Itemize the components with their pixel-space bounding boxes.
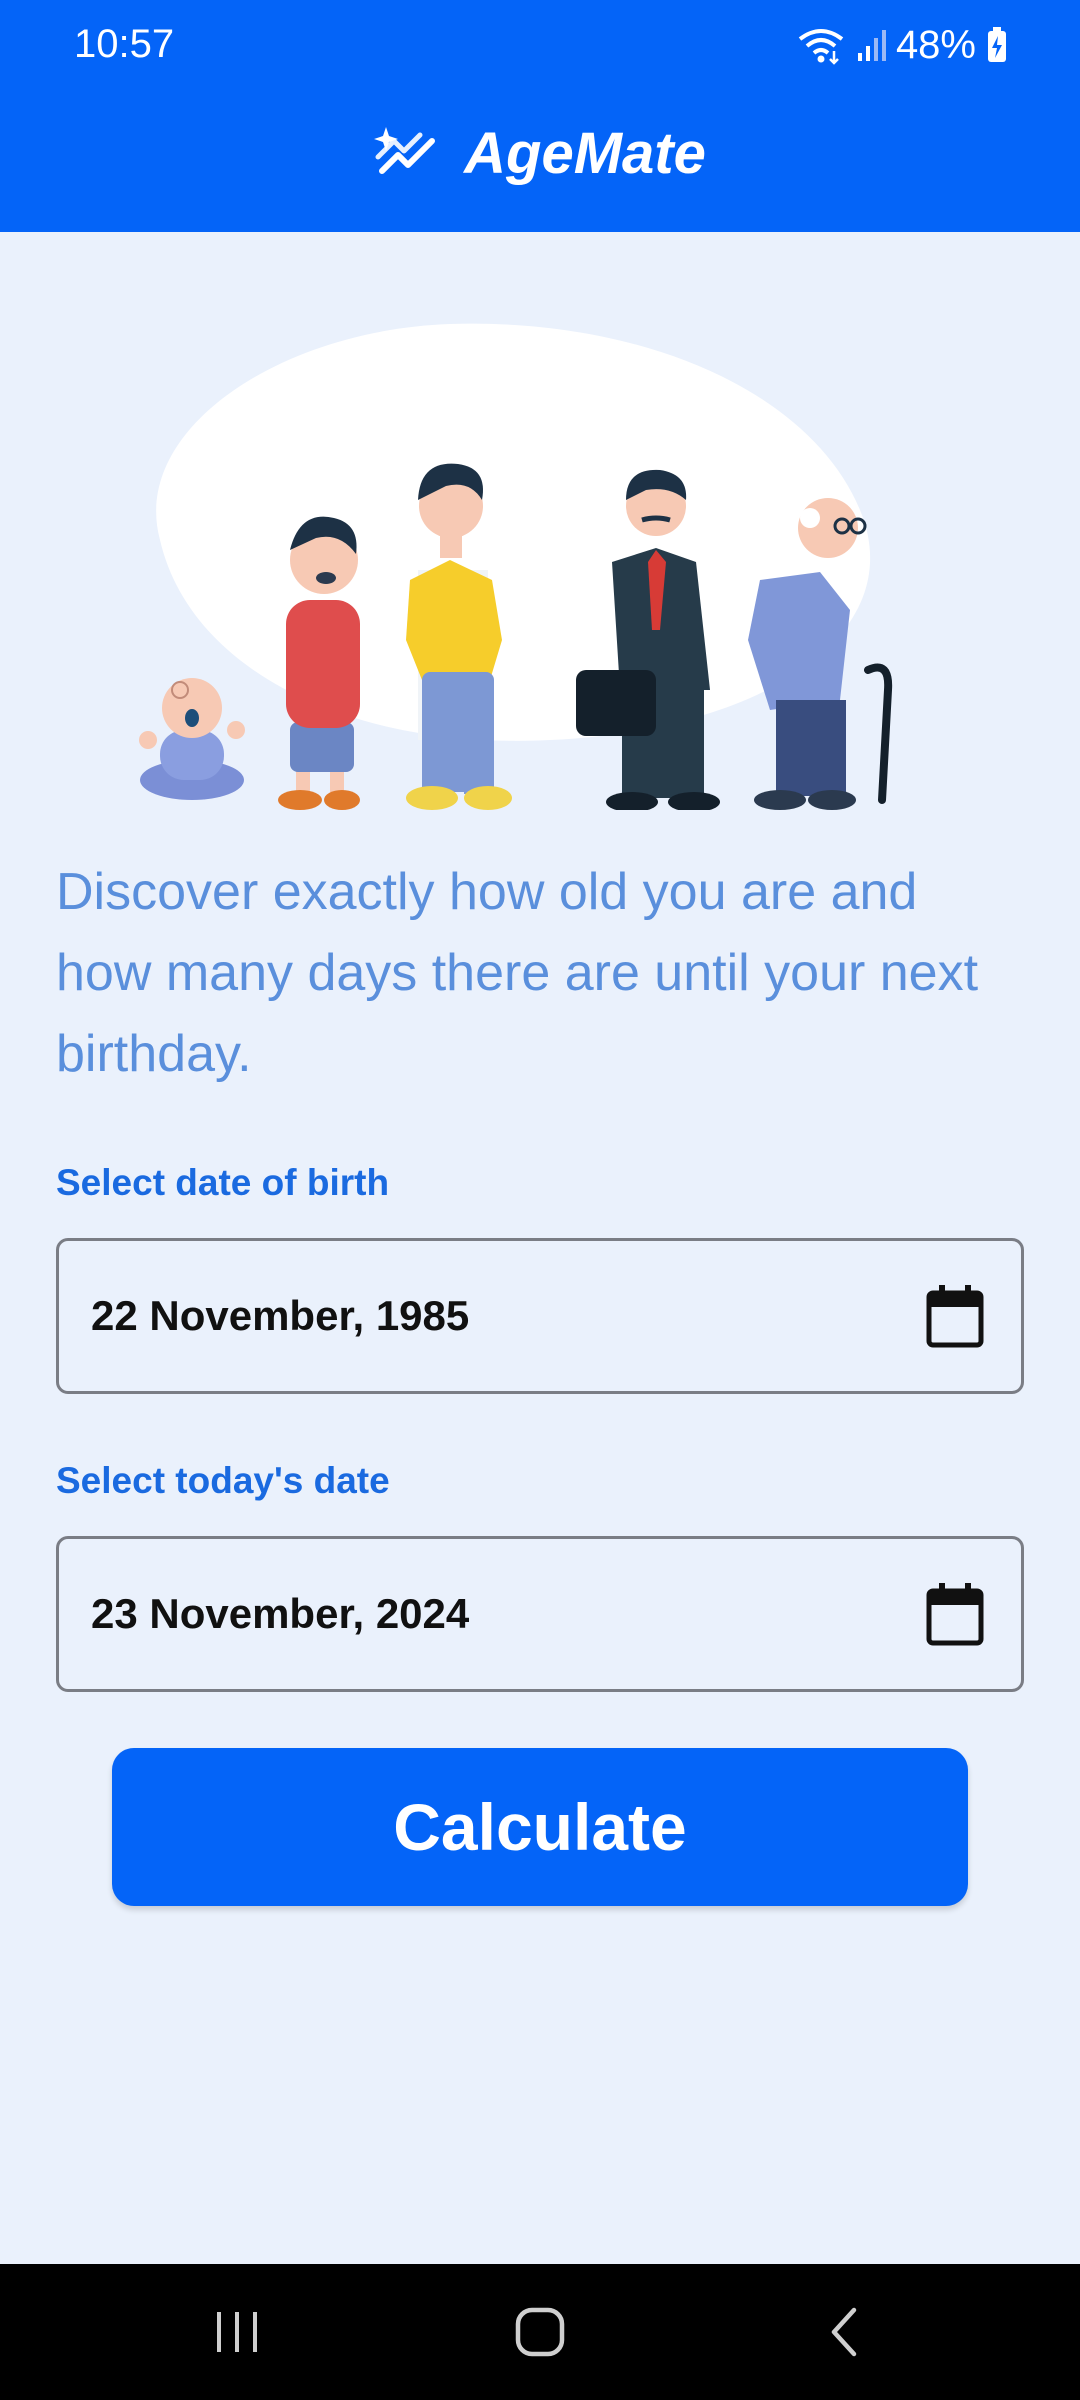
battery-percent: 48% (895, 22, 976, 67)
wifi-icon (796, 25, 846, 65)
birth-date-label: Select date of birth (56, 1162, 390, 1203)
title-bar: AgeMate (0, 108, 1080, 198)
calculate-button[interactable]: Calculate (112, 1748, 968, 1906)
status-icons: 48% (796, 20, 1008, 70)
birth-date-value: 22 November, 1985 (91, 1292, 470, 1339)
home-icon[interactable] (514, 2304, 566, 2360)
app-title: AgeMate (464, 120, 706, 186)
back-icon[interactable] (824, 2304, 864, 2360)
system-nav-bar (0, 2264, 1080, 2400)
sparkle-chart-icon (374, 123, 438, 184)
today-date-label: Select today's date (56, 1460, 390, 1501)
signal-icon (856, 27, 886, 63)
calendar-icon[interactable] (925, 1581, 985, 1647)
age-stages-illustration (120, 310, 980, 812)
today-date-value: 23 November, 2024 (91, 1590, 470, 1637)
status-time: 10:57 (74, 22, 175, 66)
battery-charging-icon (986, 26, 1008, 64)
birth-date-field[interactable]: 22 November, 1985 (56, 1238, 1024, 1394)
intro-text: Discover exactly how old you are and how… (56, 863, 979, 1083)
today-date-field[interactable]: 23 November, 2024 (56, 1536, 1024, 1692)
status-bar: 10:57 48% (0, 0, 1080, 90)
calendar-icon[interactable] (925, 1283, 985, 1349)
recents-icon[interactable] (214, 2304, 260, 2360)
app-header: 10:57 48% AgeMate (0, 0, 1080, 232)
